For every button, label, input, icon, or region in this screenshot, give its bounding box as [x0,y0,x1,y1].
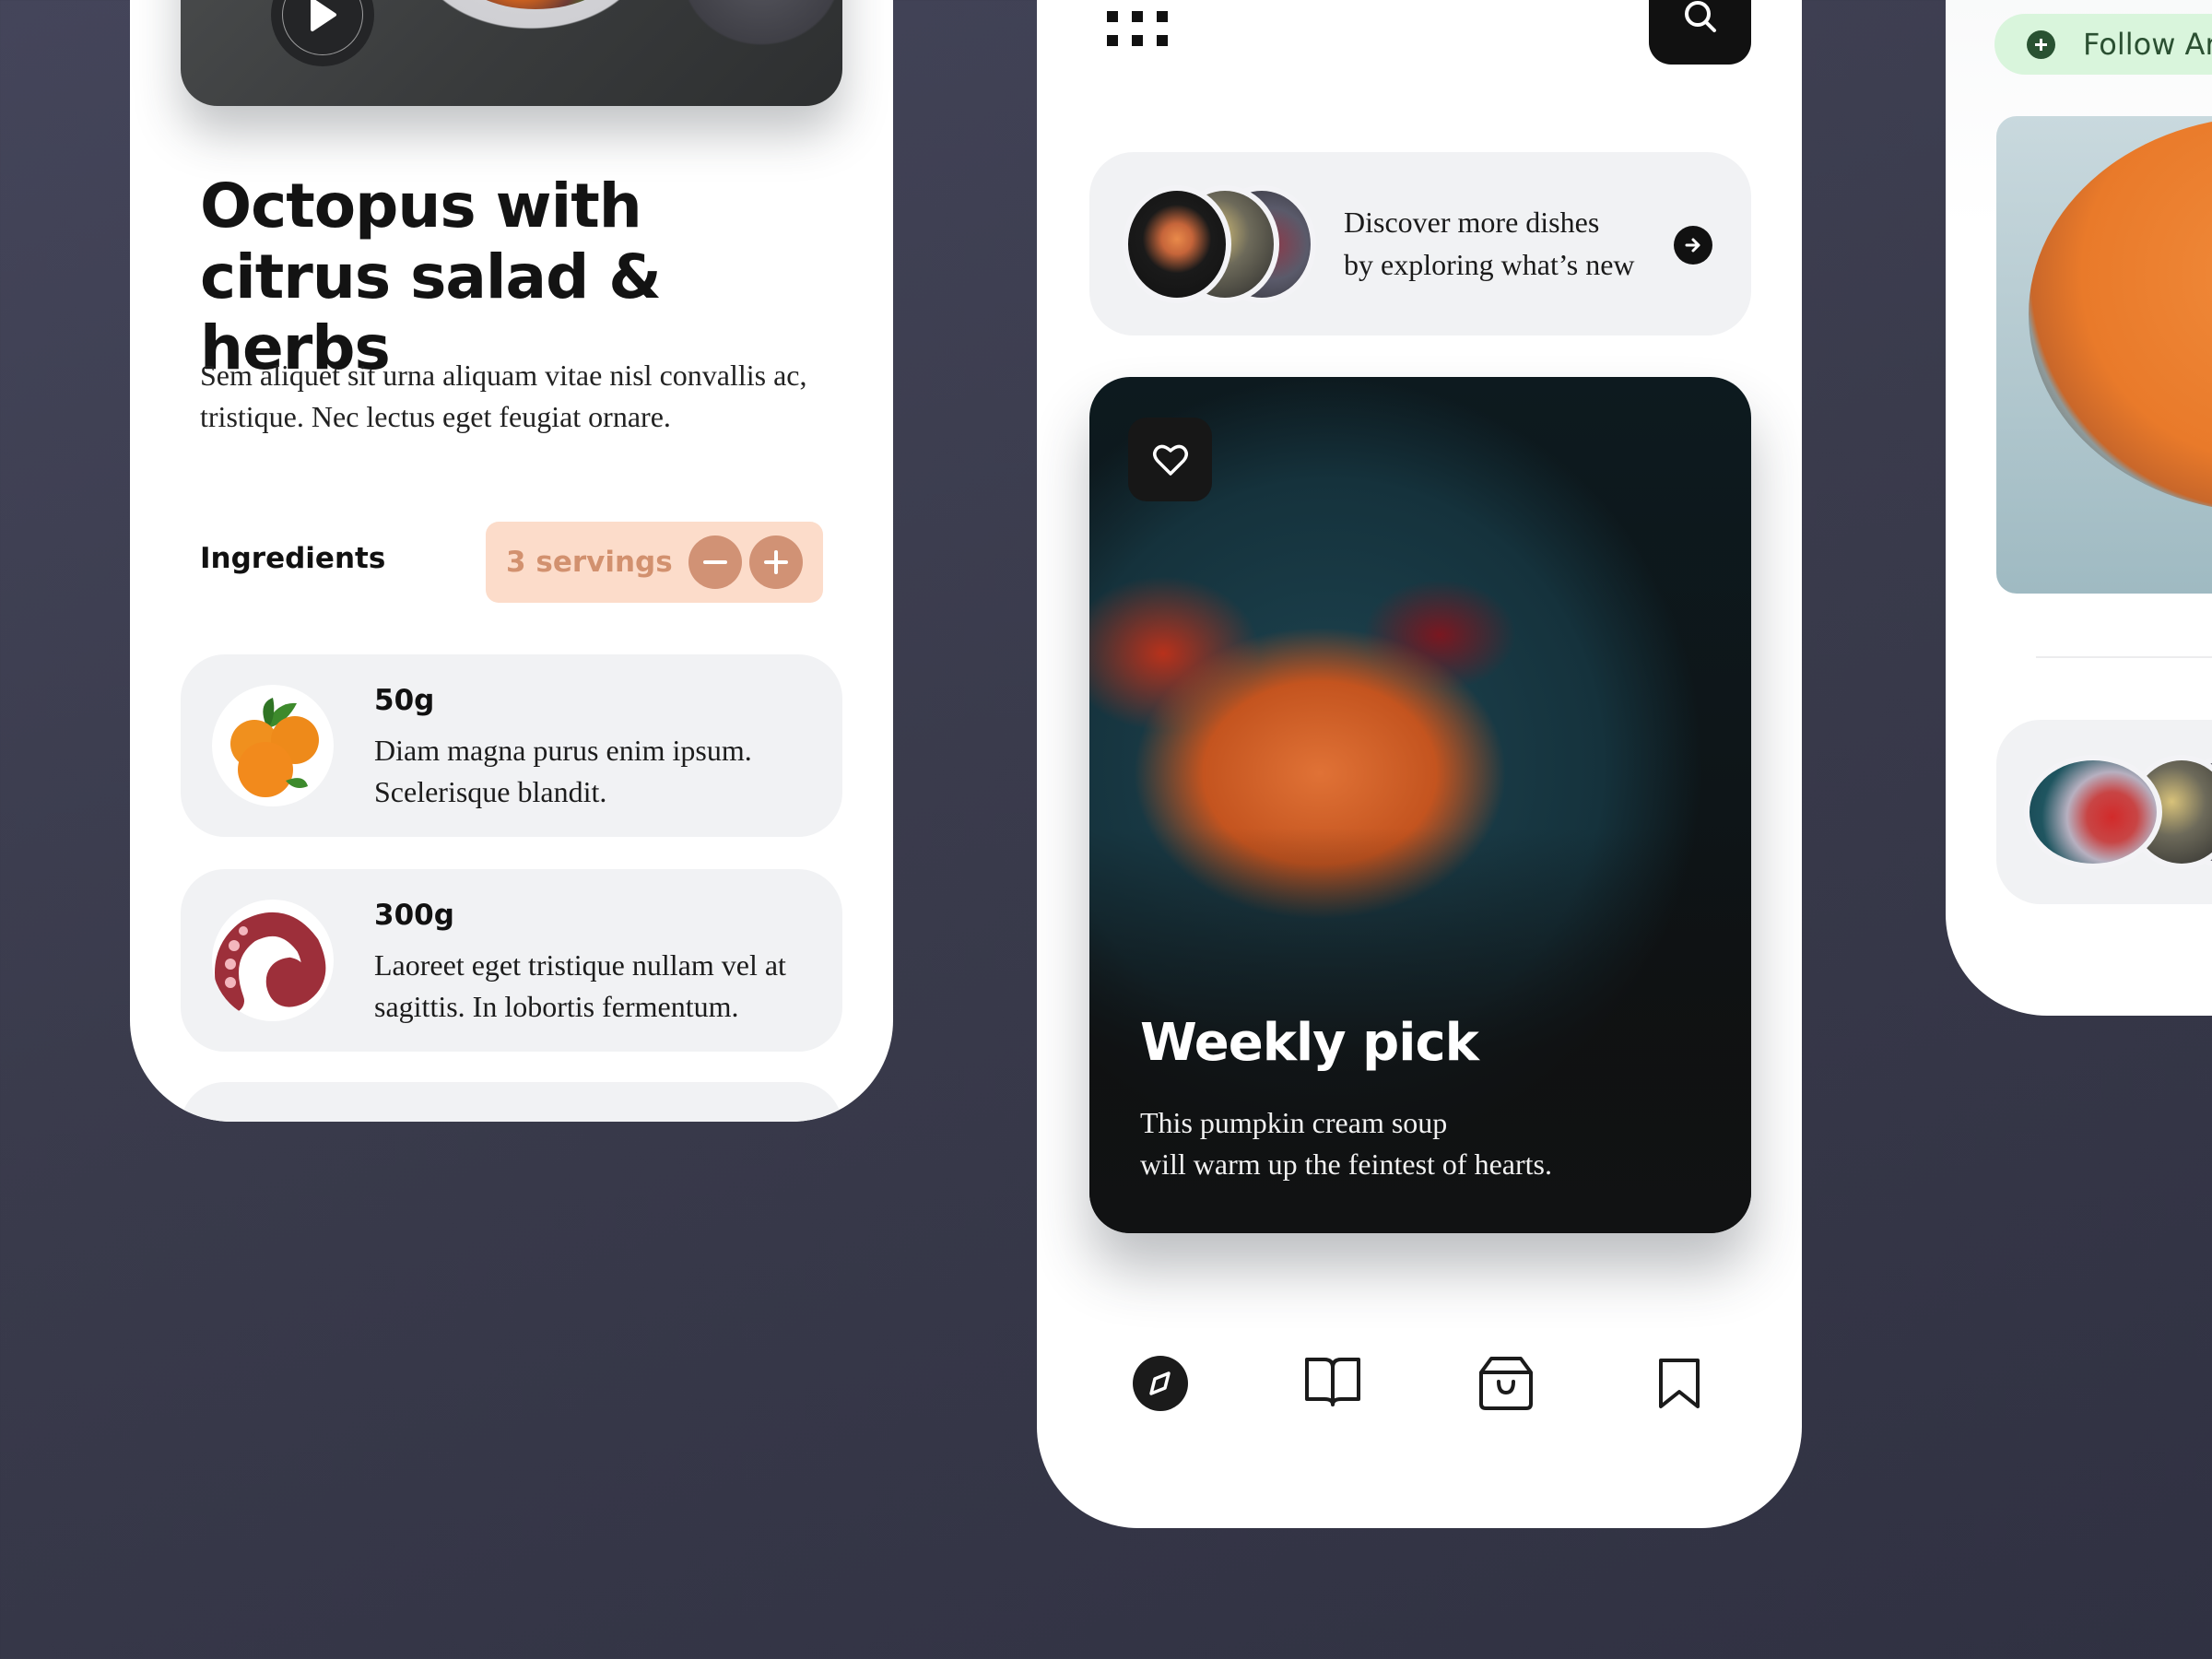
explore-screen: Discover more dishes by exploring what’s… [1037,0,1802,1528]
ingredient-item[interactable]: 300g Laoreet eget tristique nullam vel a… [181,869,842,1052]
discover-more-card[interactable]: Discover more dishes by exploring what’s… [1089,152,1751,335]
favorite-button[interactable] [1128,418,1212,501]
discover-line-1: Discover more dishes [1344,206,1600,239]
ingredient-item[interactable]: 50g Diam magna purus enim ipsum. Sceleri… [181,654,842,837]
weekly-desc-line-2: will warm up the feintest of hearts. [1140,1147,1552,1181]
ingredient-description: Diam magna purus enim ipsum. Scelerisque… [374,734,752,808]
play-video-button[interactable] [271,0,374,66]
profile-screen: Follow Ar [1946,0,2212,1016]
search-button[interactable] [1649,0,1751,65]
nav-shop[interactable] [1477,1355,1535,1412]
ingredients-heading: Ingredients [200,542,386,575]
arrow-right-icon [1685,238,1700,253]
recipe-detail-screen: Octopus with citrus salad & herbs Sem al… [130,0,893,1122]
follow-button[interactable]: Follow Ar [1994,14,2212,75]
decrement-servings-button[interactable] [688,535,742,589]
discover-line-2: by exploring what’s new [1344,248,1635,281]
increment-servings-button[interactable] [749,535,803,589]
recipe-hero-image [181,0,842,106]
recipe-description: Sem aliquet sit urna aliquam vitae nisl … [200,359,807,433]
book-icon [1305,1358,1360,1406]
bookmark-icon [1659,1359,1700,1408]
ingredient-image-oranges [212,685,334,806]
divider [2036,656,2212,658]
minus-icon [703,560,727,564]
dish-thumbnail [2024,755,2162,869]
shopping-bag-icon [1479,1357,1533,1410]
play-button-ring [282,0,363,55]
dish-thumbnail [1123,185,1231,303]
recipe-title: Octopus with citrus salad & herbs [200,171,662,383]
ingredient-amount: 300g [374,899,454,932]
ingredient-amount: 50g [374,684,435,717]
weekly-pick-description: This pumpkin cream soup will warm up the… [1140,1102,1656,1185]
nav-saved[interactable] [1651,1355,1708,1412]
weekly-pick-title: Weekly pick [1140,1013,1479,1073]
heart-icon [1152,444,1188,476]
ingredient-item-partial[interactable] [181,1082,842,1122]
ingredient-image-octopus [212,900,334,1021]
weekly-desc-line-1: This pumpkin cream soup [1140,1106,1448,1139]
carrot-salad-image[interactable] [1996,116,2212,594]
servings-stepper: 3 servings [486,522,823,603]
nav-recipes[interactable] [1304,1355,1361,1412]
dish-photo [457,0,614,9]
discover-arrow-button[interactable] [1674,226,1712,265]
follow-label: Follow Ar [2083,27,2212,62]
servings-label: 3 servings [506,546,673,579]
ingredient-description: Laoreet eget tristique nullam vel at sag… [374,948,786,1023]
weekly-pick-card[interactable]: Weekly pick This pumpkin cream soup will… [1089,377,1751,1233]
bottom-navigation [1120,1355,1719,1419]
oranges-image [230,698,319,797]
plus-circle-icon [2027,29,2055,59]
compass-icon [1133,1356,1188,1411]
grid-dots-icon[interactable] [1107,11,1171,46]
search-icon [1684,1,1716,32]
dish-collection-card[interactable] [1996,720,2212,904]
octopus-tentacle-image [215,912,326,1013]
discover-text: Discover more dishes by exploring what’s… [1344,201,1676,286]
nav-explore[interactable] [1132,1355,1189,1412]
salad-bowl [2029,116,2212,512]
dish-thumbnail-stack [1123,185,1316,303]
